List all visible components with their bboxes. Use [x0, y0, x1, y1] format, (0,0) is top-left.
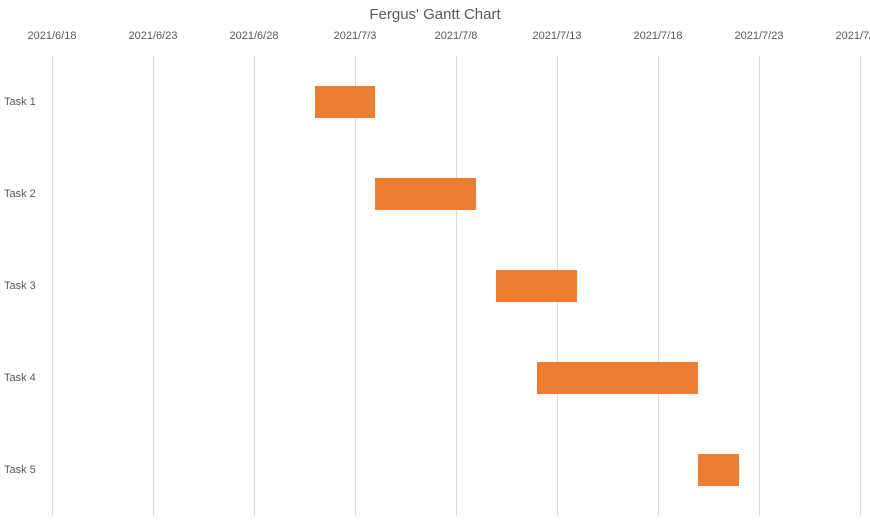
x-tick-label: 2021/7/18 [634, 30, 683, 42]
plot-area: 2021/6/182021/6/232021/6/282021/7/32021/… [52, 56, 860, 516]
chart-title: Fergus' Gantt Chart [0, 6, 870, 23]
x-tick-label: 2021/6/28 [230, 30, 279, 42]
gantt-bar [375, 178, 476, 210]
x-tick-label: 2021/7/23 [735, 30, 784, 42]
x-gridline [759, 56, 760, 516]
gantt-bar [496, 270, 577, 302]
x-tick-label: 2021/6/23 [129, 30, 178, 42]
x-tick-label: 2021/7/13 [533, 30, 582, 42]
gantt-bar [315, 86, 376, 118]
x-gridline [860, 56, 861, 516]
x-gridline [658, 56, 659, 516]
x-tick-label: 2021/7/3 [334, 30, 377, 42]
x-tick-label: 2021/6/18 [28, 30, 77, 42]
gantt-bar [537, 362, 699, 394]
x-gridline [456, 56, 457, 516]
x-tick-label: 2021/7/8 [435, 30, 478, 42]
y-tick-label: Task 5 [4, 464, 44, 476]
x-gridline [153, 56, 154, 516]
x-gridline [355, 56, 356, 516]
y-tick-label: Task 3 [4, 280, 44, 292]
gantt-bar [698, 454, 738, 486]
y-tick-label: Task 2 [4, 188, 44, 200]
y-tick-label: Task 4 [4, 372, 44, 384]
x-gridline [52, 56, 53, 516]
x-tick-label: 2021/7/28 [836, 30, 870, 42]
y-tick-label: Task 1 [4, 96, 44, 108]
x-gridline [254, 56, 255, 516]
